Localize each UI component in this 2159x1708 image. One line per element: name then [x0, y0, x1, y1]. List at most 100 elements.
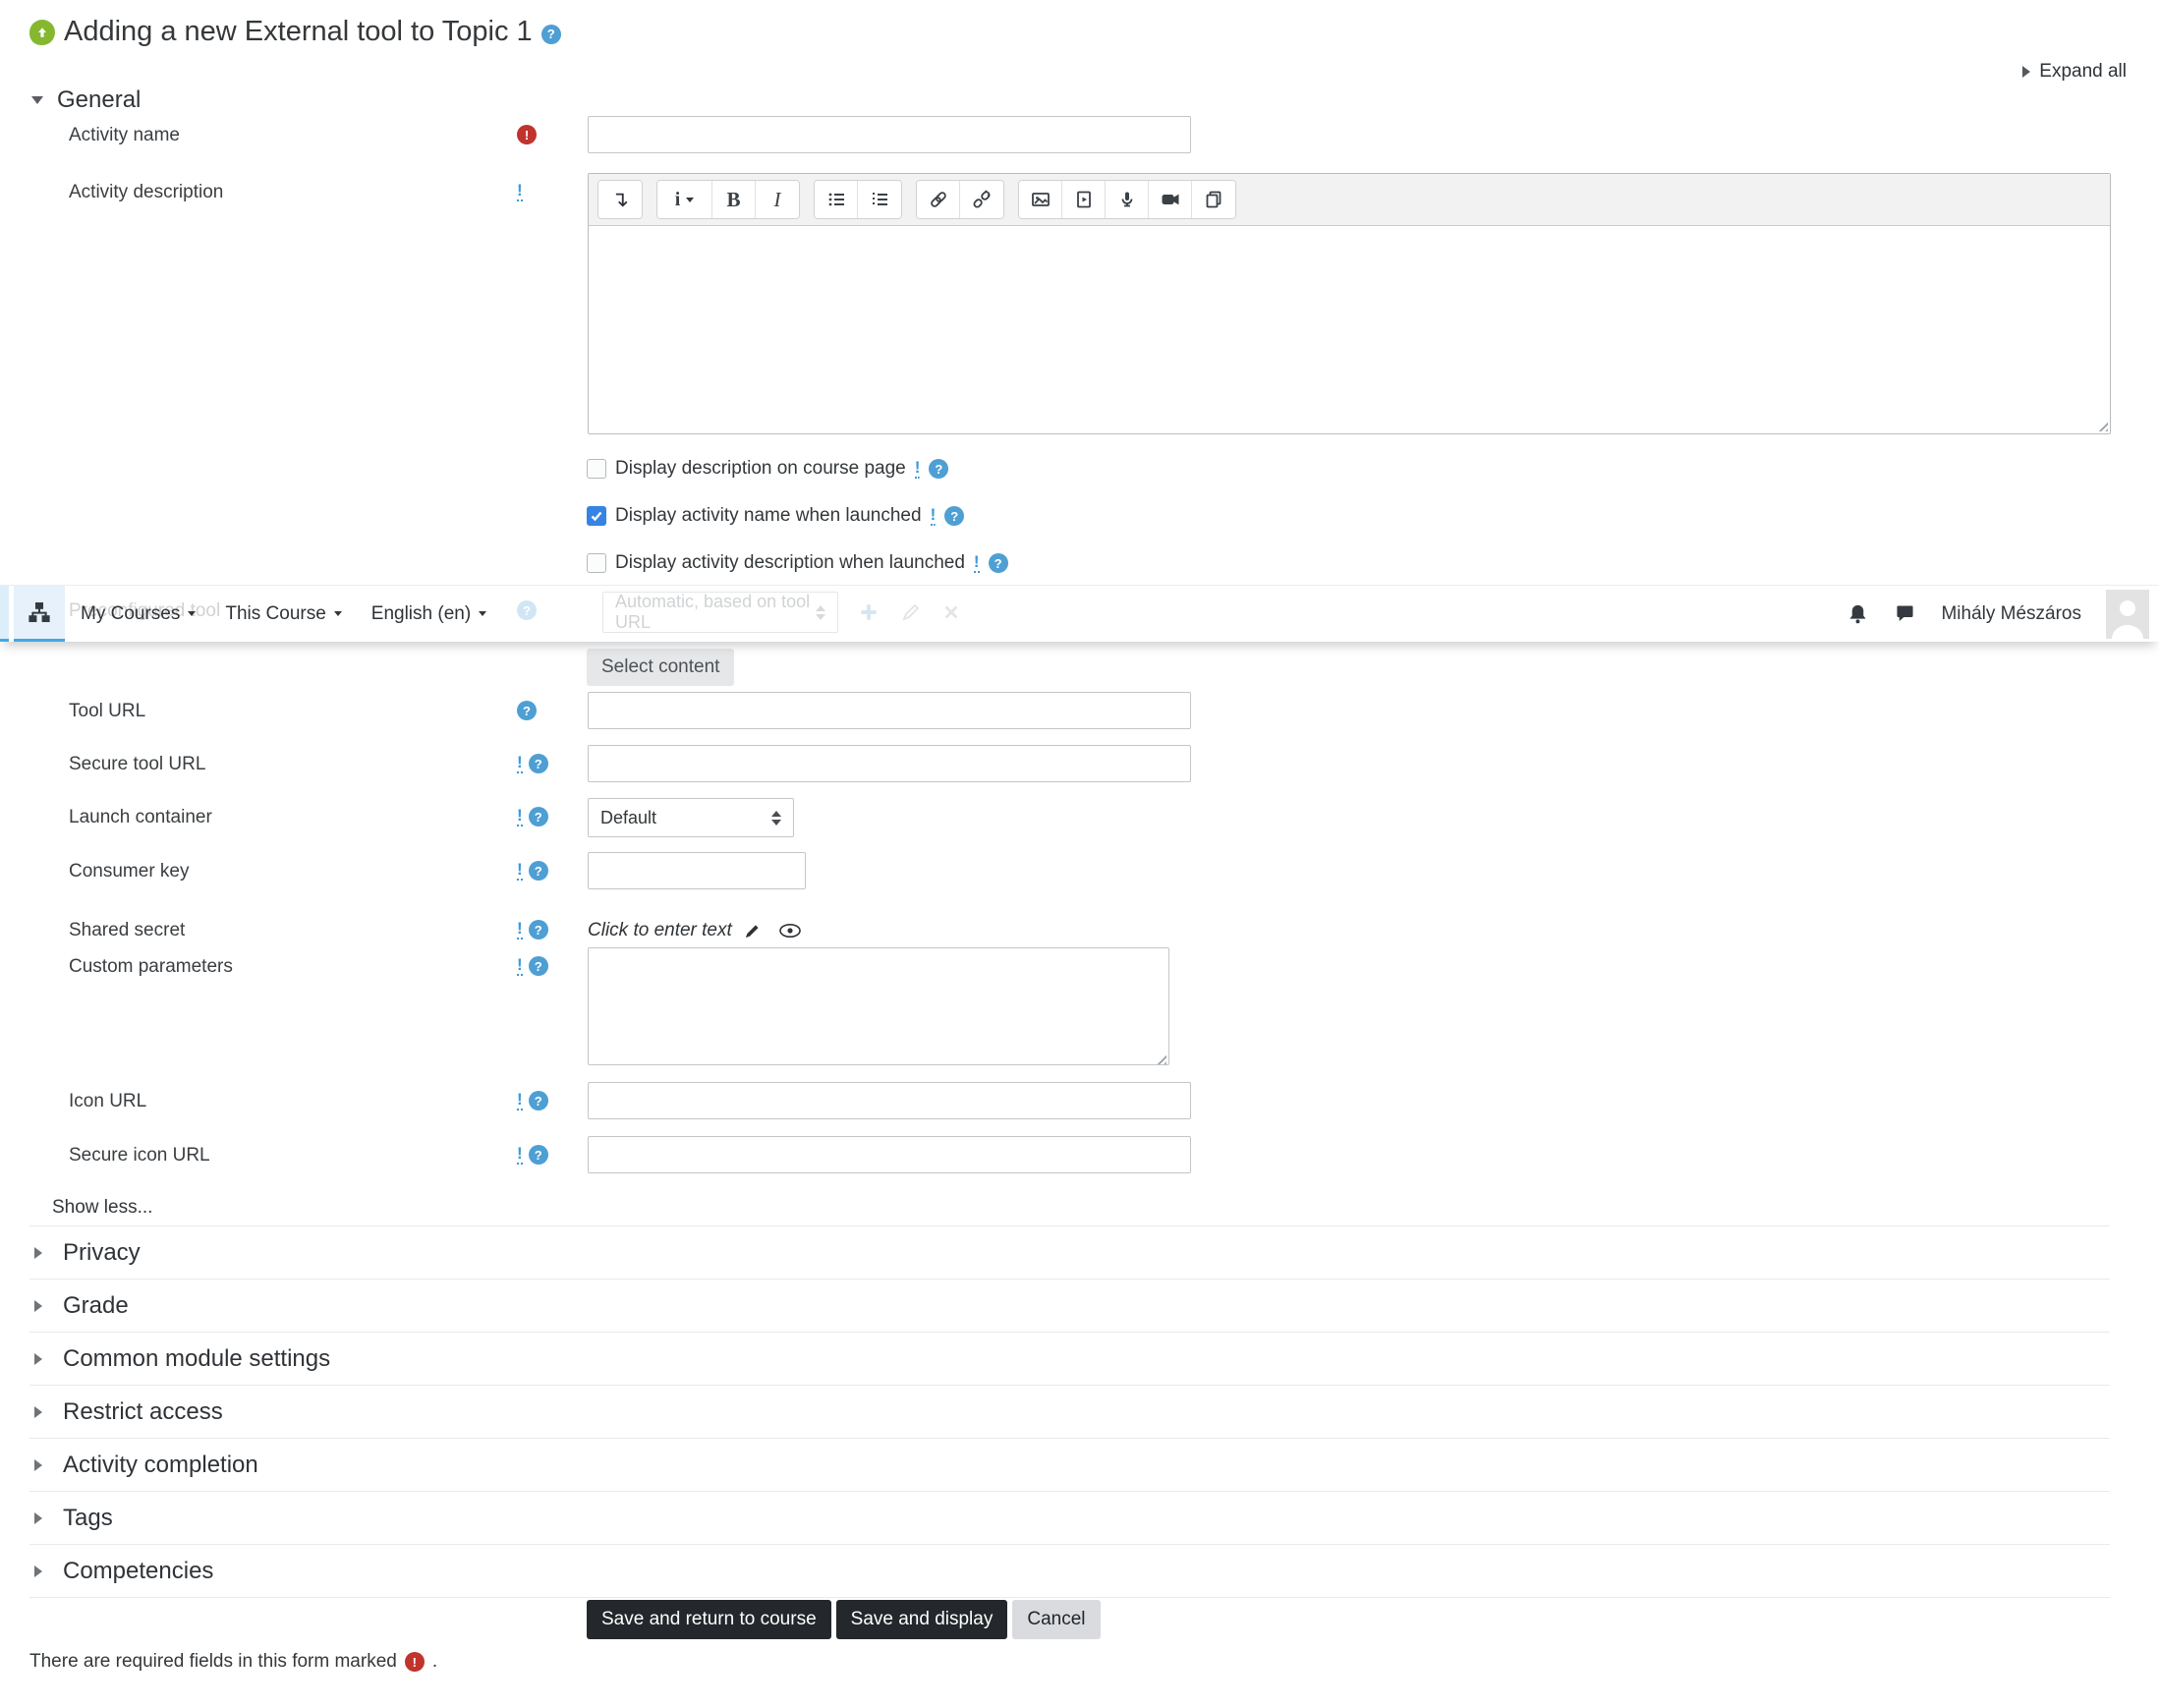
insert-media-button[interactable]: [1062, 181, 1106, 218]
help-icon[interactable]: ?: [944, 506, 965, 526]
secure-tool-url-row: Secure tool URL ! ?: [0, 745, 2159, 782]
avatar[interactable]: [2106, 589, 2149, 639]
tool-url-row: Tool URL ?: [0, 692, 2159, 729]
help-icon[interactable]: ?: [528, 807, 548, 826]
section-header-grade[interactable]: Grade: [29, 1279, 2110, 1332]
section-header-general[interactable]: General: [31, 86, 141, 114]
consumer-key-label: Consumer key: [69, 861, 190, 882]
display-activity-description-checkbox-row: Display activity description when launch…: [587, 548, 1008, 578]
section-header-restrict-access[interactable]: Restrict access: [29, 1385, 2110, 1438]
secure-icon-url-input[interactable]: [588, 1136, 1191, 1173]
chevron-right-icon: [34, 1352, 42, 1365]
cancel-button[interactable]: Cancel: [1012, 1600, 1101, 1639]
record-audio-button[interactable]: [1106, 181, 1149, 218]
display-activity-name-checkbox[interactable]: [587, 506, 606, 526]
save-and-return-button[interactable]: Save and return to course: [587, 1600, 831, 1639]
media-file-icon: [1076, 191, 1091, 208]
link-button[interactable]: [917, 181, 960, 218]
sections-divider: [29, 1597, 2110, 1598]
help-icon[interactable]: ?: [929, 459, 949, 479]
user-name[interactable]: Mihály Mészáros: [1941, 603, 2081, 625]
nav-item-my-courses[interactable]: My Courses: [81, 586, 197, 642]
select-arrows-icon: [771, 810, 781, 826]
font-style-menu-button[interactable]: i: [657, 181, 712, 218]
help-icon[interactable]: ?: [528, 920, 548, 939]
icon-url-input[interactable]: [588, 1082, 1191, 1119]
help-icon[interactable]: ?: [528, 1145, 548, 1165]
secure-tool-url-input[interactable]: [588, 745, 1191, 782]
bold-button[interactable]: B: [712, 181, 756, 218]
launch-container-select[interactable]: Default: [588, 798, 794, 837]
display-activity-description-checkbox[interactable]: [587, 553, 606, 573]
tool-url-input[interactable]: [588, 692, 1191, 729]
microphone-icon: [1121, 192, 1132, 207]
numbered-list-button[interactable]: [858, 181, 901, 218]
section-header-common-module-settings[interactable]: Common module settings: [29, 1332, 2110, 1385]
required-icon: !: [517, 125, 537, 144]
title-help-icon[interactable]: ?: [540, 24, 561, 44]
pencil-icon[interactable]: [743, 922, 762, 940]
resize-handle[interactable]: [2095, 419, 2108, 431]
tool-url-label: Tool URL: [69, 701, 146, 721]
navbar: My Courses This Course English (en) Mihá…: [0, 585, 2159, 642]
save-and-display-button[interactable]: Save and display: [835, 1600, 1008, 1639]
chevron-down-icon: [188, 611, 197, 616]
expand-all-link[interactable]: Expand all: [2022, 61, 2127, 83]
nav-item-this-course[interactable]: This Course: [225, 586, 342, 642]
warning-icon: !: [517, 1090, 523, 1110]
help-icon[interactable]: ?: [528, 754, 548, 773]
nav-tab-partial: [0, 586, 9, 642]
chevron-right-icon: [34, 1565, 42, 1577]
warning-icon: !: [517, 919, 523, 939]
shared-secret-placeholder[interactable]: Click to enter text: [588, 920, 732, 941]
notifications-bell-icon[interactable]: [1847, 602, 1869, 625]
activity-description-label: Activity description: [69, 182, 224, 202]
checkbox-label: Display activity description when launch…: [615, 552, 965, 573]
help-icon[interactable]: ?: [528, 861, 548, 881]
help-icon[interactable]: ?: [517, 701, 537, 720]
consumer-key-row: Consumer key ! ?: [0, 852, 2159, 889]
section-header-activity-completion[interactable]: Activity completion: [29, 1438, 2110, 1491]
site-home-tab[interactable]: [14, 586, 65, 642]
secure-tool-url-label: Secure tool URL: [69, 754, 206, 774]
chevron-right-icon: [34, 1511, 42, 1524]
record-video-button[interactable]: [1149, 181, 1192, 218]
display-description-checkbox[interactable]: [587, 459, 606, 479]
page-title-row: Adding a new External tool to Topic 1 ?: [29, 16, 561, 48]
shared-secret-row: Shared secret ! ? Click to enter text: [0, 914, 2159, 941]
bullet-list-icon: [828, 193, 844, 206]
eye-icon[interactable]: [778, 922, 802, 939]
avatar-placeholder-icon: [2106, 589, 2149, 639]
expand-all-label: Expand all: [2039, 61, 2127, 82]
help-icon[interactable]: ?: [528, 956, 548, 976]
section-header-privacy[interactable]: Privacy: [29, 1225, 2110, 1279]
checkbox-label: Display description on course page: [615, 458, 906, 479]
bullet-list-button[interactable]: [815, 181, 858, 218]
warning-icon: !: [517, 181, 523, 201]
unlink-button[interactable]: [960, 181, 1003, 218]
messages-icon[interactable]: [1894, 602, 1916, 625]
custom-parameters-textarea[interactable]: [588, 947, 1169, 1065]
chevron-right-icon: [34, 1246, 42, 1259]
consumer-key-input[interactable]: [588, 852, 806, 889]
editor-toolbar: ↴ i B I: [589, 174, 2110, 226]
show-less-link[interactable]: Show less...: [52, 1197, 152, 1219]
external-tool-activity-icon: [29, 19, 55, 45]
insert-image-button[interactable]: [1019, 181, 1062, 218]
italic-button[interactable]: I: [756, 181, 799, 218]
help-icon[interactable]: ?: [988, 553, 1008, 573]
manage-files-button[interactable]: [1192, 181, 1235, 218]
editor-content-area[interactable]: [589, 226, 2110, 433]
numbered-list-icon: [873, 193, 887, 205]
help-icon[interactable]: ?: [528, 1091, 548, 1110]
section-header-competencies[interactable]: Competencies: [29, 1544, 2110, 1597]
activity-name-input[interactable]: [588, 116, 1191, 153]
video-camera-icon: [1162, 194, 1178, 205]
select-content-button[interactable]: Select content: [587, 649, 735, 686]
activity-description-icons: !: [517, 173, 588, 201]
section-header-tags[interactable]: Tags: [29, 1491, 2110, 1544]
secure-icon-url-row: Secure icon URL ! ?: [0, 1136, 2159, 1173]
toolbar-toggle-button[interactable]: ↴: [598, 181, 642, 218]
nav-item-language[interactable]: English (en): [371, 586, 487, 642]
chevron-right-icon: [34, 1405, 42, 1418]
